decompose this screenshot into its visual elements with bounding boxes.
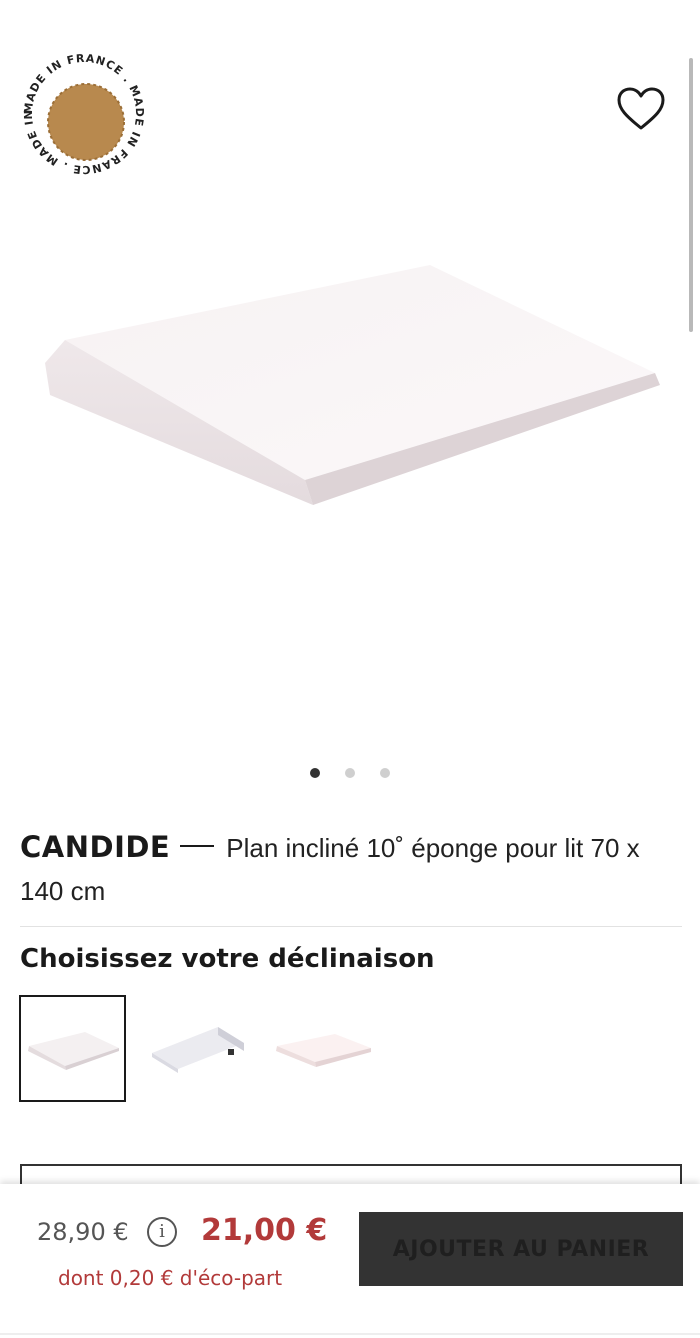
variant-thumbnail [27,1031,119,1070]
variant-grey-wedge[interactable] [144,995,251,1102]
old-price: 28,90 € [37,1218,129,1246]
variant-selector [19,995,376,1102]
variant-flat-pink[interactable] [269,995,376,1102]
made-in-france-seal: MADE IN FRANCE . MADE IN FRANCE . MADE I… [14,44,145,176]
new-price: 21,00 € [201,1213,328,1248]
add-to-cart-button[interactable]: AJOUTER AU PANIER [359,1212,683,1286]
variant-flat-white[interactable] [19,995,126,1102]
title-dash [180,845,215,847]
variant-thumbnail [151,1027,244,1073]
variant-section-title: Choisissez votre déclinaison [20,944,435,974]
product-title: CANDIDE Plan incliné 10˚ éponge pour lit … [20,826,680,913]
divider [20,926,682,927]
eco-part-note: dont 0,20 € d'éco-part [58,1266,283,1290]
product-brand: CANDIDE [20,830,171,864]
bottom-edge [0,1333,700,1335]
product-image [45,265,660,505]
variant-thumbnail [275,1033,371,1067]
scrollbar[interactable] [689,58,693,332]
carousel-dots [0,768,700,778]
product-gallery[interactable]: MADE IN FRANCE . MADE IN FRANCE . MADE I… [0,0,700,800]
carousel-dot[interactable] [310,768,320,778]
heart-icon[interactable] [616,86,666,132]
info-icon[interactable]: i [147,1217,177,1247]
carousel-dot[interactable] [380,768,390,778]
carousel-dot[interactable] [345,768,355,778]
